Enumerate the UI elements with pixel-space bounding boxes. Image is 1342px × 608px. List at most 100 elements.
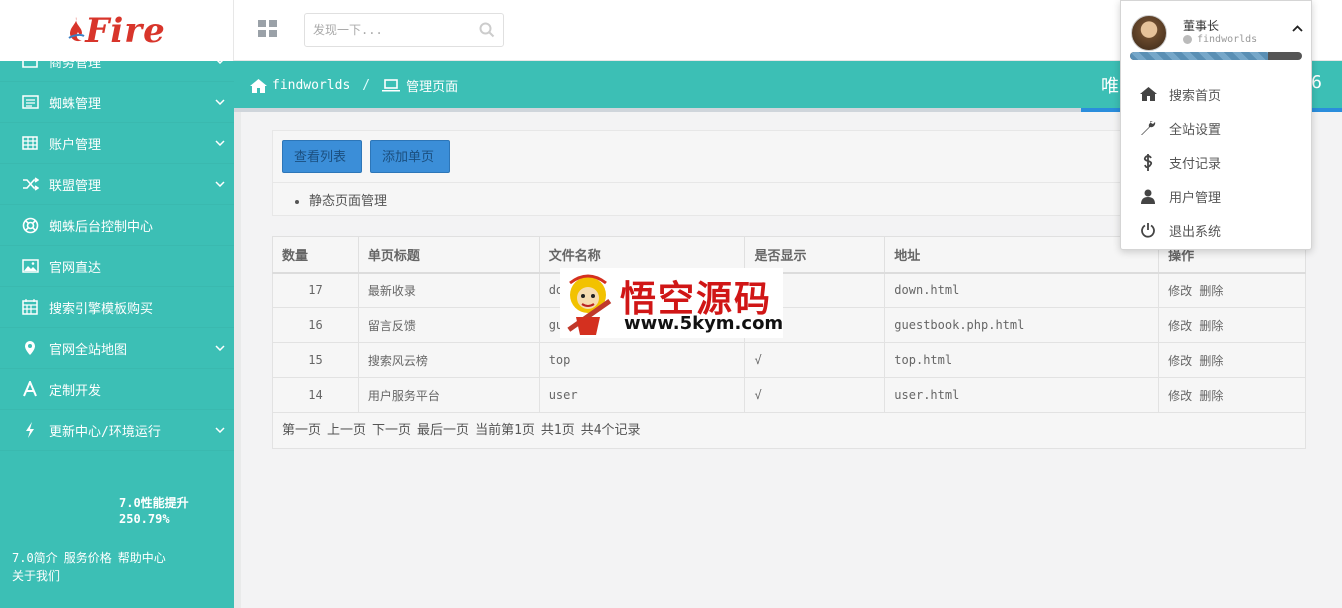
grid-menu-icon[interactable] xyxy=(258,20,280,40)
home-icon xyxy=(250,78,267,93)
cell-file: top xyxy=(538,342,746,378)
menu-item-payments[interactable]: 支付记录 xyxy=(1121,145,1311,179)
breadcrumb-separator: / xyxy=(362,78,371,93)
breadcrumb-current: 管理页面 xyxy=(406,80,459,95)
sidebar-item-label: 官网直达 xyxy=(49,260,102,276)
delete-link[interactable]: 删除 xyxy=(1199,319,1223,333)
user-menu-list: 搜索首页 全站设置 支付记录 用户管理 退出系统 xyxy=(1121,77,1311,247)
table-icon xyxy=(21,134,39,152)
search-box xyxy=(304,13,504,47)
avatar[interactable] xyxy=(1131,15,1167,51)
pager-prev[interactable]: 上一页 xyxy=(327,423,366,438)
logo-text: Fire xyxy=(85,10,166,51)
menu-item-search-home[interactable]: 搜索首页 xyxy=(1121,77,1311,111)
power-icon xyxy=(1139,221,1157,239)
user-dropdown-menu: 董事长 findworlds 搜索首页 全站设置 支付记录 用户管理 退出系统 xyxy=(1120,0,1312,250)
sidebar-item-label: 搜索引擎模板购买 xyxy=(49,301,154,317)
pager-next[interactable]: 下一页 xyxy=(372,423,411,438)
view-list-button[interactable]: 查看列表 xyxy=(282,140,362,173)
pager-current: 当前第1页 xyxy=(475,423,535,438)
chevron-down-icon xyxy=(206,140,234,146)
search-input[interactable] xyxy=(305,14,465,46)
laptop-icon xyxy=(382,79,401,92)
flame-icon xyxy=(68,16,85,41)
promo-line-1: 7.0性能提升 xyxy=(119,496,189,510)
sidebar-item-template-buy[interactable]: 搜索引擎模板购买 xyxy=(0,287,234,328)
sidebar-item-label: 官网全站地图 xyxy=(49,342,128,358)
cell-show: √ xyxy=(744,342,886,378)
user-progress-fill xyxy=(1130,52,1268,60)
col-header-count: 数量 xyxy=(272,236,359,274)
link-help[interactable]: 帮助中心 xyxy=(118,551,166,565)
fire-logo[interactable]: Fire xyxy=(67,11,166,51)
edit-link[interactable]: 修改 xyxy=(1168,389,1192,403)
chevron-up-icon[interactable] xyxy=(1292,21,1303,35)
list-icon xyxy=(21,93,39,111)
delete-link[interactable]: 删除 xyxy=(1199,284,1223,298)
sidebar-item-label: 定制开发 xyxy=(49,383,102,399)
link-intro[interactable]: 7.0简介 xyxy=(12,551,58,565)
user-subtitle: findworlds xyxy=(1183,34,1257,45)
pager-first[interactable]: 第一页 xyxy=(282,423,321,438)
cell-num: 14 xyxy=(272,377,359,413)
cell-actions: 修改 删除 xyxy=(1158,342,1306,378)
header-right-text-end: 6 xyxy=(1311,72,1322,93)
delete-link[interactable]: 删除 xyxy=(1199,354,1223,368)
sidebar-menu: 商务管理 蜘蛛管理 账户管理 联盟管理 蜘蛛后台控制中心 官网直达 搜索引擎模板… xyxy=(0,41,234,451)
table-row: 16 留言反馈 gu guestbook.php.html 修改 删除 xyxy=(272,307,1306,343)
sidebar-item-updates[interactable]: 更新中心/环境运行 xyxy=(0,410,234,451)
sidebar-item-official-site[interactable]: 官网直达 xyxy=(0,246,234,287)
sidebar-item-sitemap[interactable]: 官网全站地图 xyxy=(0,328,234,369)
link-pricing[interactable]: 服务价格 xyxy=(64,551,112,565)
menu-item-user-management[interactable]: 用户管理 xyxy=(1121,179,1311,213)
pager-total-pages: 共1页 xyxy=(540,423,575,438)
delete-link[interactable]: 删除 xyxy=(1199,389,1223,403)
cell-num: 17 xyxy=(272,272,359,308)
pages-table: 数量 单页标题 文件名称 是否显示 地址 操作 17 最新收录 do down.… xyxy=(272,236,1306,413)
edit-link[interactable]: 修改 xyxy=(1168,354,1192,368)
pager-last[interactable]: 最后一页 xyxy=(417,423,469,438)
section-note: 静态页面管理 xyxy=(309,194,388,209)
sidebar-item-custom-dev[interactable]: 定制开发 xyxy=(0,369,234,410)
logo-area: Fire xyxy=(0,0,234,61)
cell-title: 留言反馈 xyxy=(357,307,540,343)
sidebar-item-label: 更新中心/环境运行 xyxy=(49,424,161,440)
sidebar: 商务管理 蜘蛛管理 账户管理 联盟管理 蜘蛛后台控制中心 官网直达 搜索引擎模板… xyxy=(0,0,234,608)
calendar-icon xyxy=(21,298,39,316)
sidebar-item-spider-control[interactable]: 蜘蛛后台控制中心 xyxy=(0,205,234,246)
menu-item-site-settings[interactable]: 全站设置 xyxy=(1121,111,1311,145)
cell-file: user xyxy=(538,377,746,413)
table-row: 15 搜索风云榜 top √ top.html 修改 删除 xyxy=(272,342,1306,378)
sidebar-item-accounts[interactable]: 账户管理 xyxy=(0,123,234,164)
sidebar-item-spider[interactable]: 蜘蛛管理 xyxy=(0,82,234,123)
col-header-title: 单页标题 xyxy=(357,236,540,274)
monkey-king-mascot-icon xyxy=(567,274,612,335)
link-about[interactable]: 关于我们 xyxy=(12,569,60,583)
pager-total-records: 共4个记录 xyxy=(580,423,641,438)
breadcrumb-home[interactable]: findworlds xyxy=(272,78,350,93)
search-icon[interactable] xyxy=(479,22,495,41)
edit-link[interactable]: 修改 xyxy=(1168,284,1192,298)
menu-item-logout[interactable]: 退出系统 xyxy=(1121,213,1311,247)
cell-num: 16 xyxy=(272,307,359,343)
lifebuoy-icon xyxy=(21,216,39,234)
user-name: 董事长 xyxy=(1183,19,1220,33)
chevron-down-icon xyxy=(206,427,234,433)
edit-link[interactable]: 修改 xyxy=(1168,319,1192,333)
cell-num: 15 xyxy=(272,342,359,378)
sidebar-item-label: 蜘蛛后台控制中心 xyxy=(49,219,154,235)
col-header-url: 地址 xyxy=(884,236,1160,274)
cell-title: 最新收录 xyxy=(357,272,540,308)
sidebar-item-alliance[interactable]: 联盟管理 xyxy=(0,164,234,205)
header-right-text: 唯 xyxy=(1101,76,1119,97)
chevron-down-icon xyxy=(206,181,234,187)
add-page-button[interactable]: 添加单页 xyxy=(370,140,450,173)
image-icon xyxy=(21,257,39,275)
menu-item-label: 搜索首页 xyxy=(1169,88,1222,104)
cell-title: 用户服务平台 xyxy=(357,377,540,413)
menu-item-label: 支付记录 xyxy=(1169,156,1222,172)
table-row: 14 用户服务平台 user √ user.html 修改 删除 xyxy=(272,377,1306,413)
user-site: findworlds xyxy=(1197,34,1258,45)
status-dot-icon xyxy=(1183,35,1192,44)
cell-title: 搜索风云榜 xyxy=(357,342,540,378)
